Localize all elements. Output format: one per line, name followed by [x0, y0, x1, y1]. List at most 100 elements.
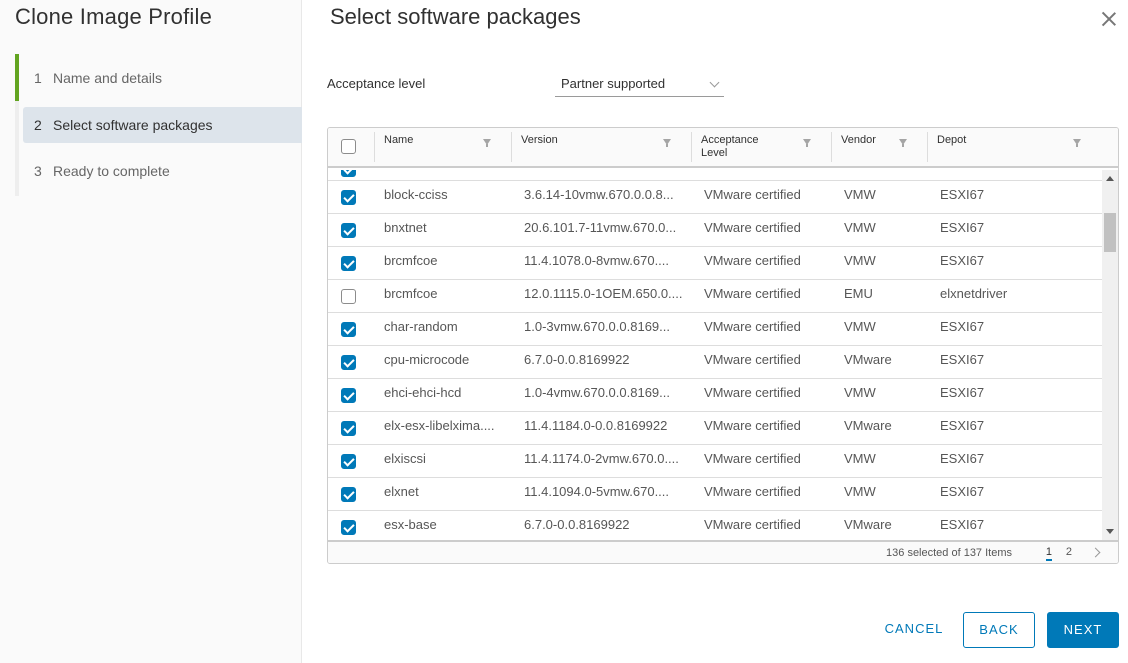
cell-vendor: VMW: [844, 220, 876, 235]
row-checkbox[interactable]: [341, 256, 356, 271]
cell-depot: ESXI67: [940, 451, 985, 466]
table-row[interactable]: esx-base 6.7.0-0.0.8169922 VMware certifie…: [328, 511, 1102, 540]
select-all-checkbox[interactable]: [341, 139, 356, 154]
column-header-vendor[interactable]: Vendor: [832, 128, 928, 166]
step-progress-completed: [15, 54, 19, 101]
wizard-step-name-and-details[interactable]: 1 Name and details: [23, 60, 302, 96]
cell-acceptance-level: VMware certified: [704, 319, 801, 334]
cell-version: 12.0.1115.0-1OEM.650.0....: [524, 286, 683, 301]
filter-icon[interactable]: [1073, 139, 1081, 147]
table-row[interactable]: block-cciss 3.6.14-10vmw.670.0.0.8... VMwa…: [328, 181, 1102, 214]
table-row[interactable]: brcmfcoe 12.0.1115.0-1OEM.650.0.... VMware…: [328, 280, 1102, 313]
cell-depot: ESXI67: [940, 187, 985, 202]
column-header-acceptance-level[interactable]: Acceptance Level: [692, 128, 832, 166]
table-row-partial: [328, 170, 1102, 181]
row-checkbox[interactable]: [341, 190, 356, 205]
cell-vendor: VMware: [844, 418, 892, 433]
cell-version: 20.6.101.7-11vmw.670.0...: [524, 220, 677, 235]
cell-acceptance-level: VMware certified: [704, 517, 801, 532]
row-checkbox[interactable]: [341, 355, 356, 370]
table-row[interactable]: elx-esx-libelxima.... 11.4.1184.0-0.0.816…: [328, 412, 1102, 445]
row-checkbox[interactable]: [341, 454, 356, 469]
page-title: Select software packages: [330, 4, 581, 29]
filter-icon[interactable]: [483, 139, 491, 147]
step-label: Select software packages: [53, 117, 213, 133]
cell-version: 6.7.0-0.0.8169922: [524, 352, 630, 367]
cell-acceptance-level: VMware certified: [704, 451, 801, 466]
cell-name: block-cciss: [384, 187, 448, 202]
scroll-up-arrow-icon[interactable]: [1106, 176, 1114, 181]
cell-vendor: VMW: [844, 187, 876, 202]
wizard-title: Clone Image Profile: [15, 4, 213, 29]
table-row[interactable]: bnxtnet 20.6.101.7-11vmw.670.0... VMware c…: [328, 214, 1102, 247]
next-page-chevron-icon[interactable]: [1090, 547, 1101, 558]
column-label: Vendor: [841, 134, 876, 146]
wizard-step-ready-to-complete[interactable]: 3 Ready to complete: [23, 153, 302, 189]
column-header-depot[interactable]: Depot: [928, 128, 1118, 166]
row-checkbox[interactable]: [341, 421, 356, 436]
wizard-step-select-software-packages[interactable]: 2 Select software packages: [23, 107, 302, 143]
next-button[interactable]: NEXT: [1047, 612, 1119, 648]
cell-depot: ESXI67: [940, 418, 985, 433]
chevron-down-icon: [709, 77, 720, 88]
scroll-down-arrow-icon[interactable]: [1106, 529, 1114, 534]
row-checkbox[interactable]: [341, 223, 356, 238]
table-row[interactable]: ehci-ehci-hcd 1.0-4vmw.670.0.0.8169... VMw…: [328, 379, 1102, 412]
cell-name: elxiscsi: [384, 451, 426, 466]
table-row[interactable]: brcmfcoe 11.4.1078.0-8vmw.670.... VMware c…: [328, 247, 1102, 280]
cell-version: 6.7.0-0.0.8169922: [524, 517, 630, 532]
filter-icon[interactable]: [899, 139, 907, 147]
column-header-name[interactable]: Name: [375, 128, 512, 166]
cell-version: 11.4.1184.0-0.0.8169922: [524, 418, 668, 433]
scrollbar-thumb[interactable]: [1104, 213, 1116, 252]
cell-name: char-random: [384, 319, 458, 334]
cell-name: esx-base: [384, 517, 437, 532]
filter-icon[interactable]: [803, 139, 811, 147]
datagrid-body: block-cciss 3.6.14-10vmw.670.0.0.8... VMwa…: [328, 170, 1102, 540]
row-checkbox[interactable]: [341, 388, 356, 403]
cell-vendor: VMW: [844, 253, 876, 268]
cell-depot: ESXI67: [940, 385, 985, 400]
row-checkbox[interactable]: [341, 289, 356, 304]
column-label: Depot: [937, 134, 967, 146]
cell-version: 11.4.1078.0-8vmw.670....: [524, 253, 670, 268]
selection-count: 136 selected of 137 Items: [886, 547, 1012, 559]
cell-vendor: VMW: [844, 484, 876, 499]
cell-name: elx-esx-libelxima....: [384, 418, 495, 433]
cell-acceptance-level: VMware certified: [704, 187, 801, 202]
cell-name: ehci-ehci-hcd: [384, 385, 462, 400]
filter-icon[interactable]: [663, 139, 671, 147]
acceptance-level-select[interactable]: Partner supported: [555, 72, 724, 97]
cell-version: 1.0-4vmw.670.0.0.8169...: [524, 385, 670, 400]
table-row[interactable]: elxiscsi 11.4.1174.0-2vmw.670.0.... VMware…: [328, 445, 1102, 478]
cell-acceptance-level: VMware certified: [704, 352, 801, 367]
cell-name: brcmfcoe: [384, 253, 438, 268]
page-2-link[interactable]: 2: [1066, 546, 1072, 558]
cell-depot: ESXI67: [940, 517, 985, 532]
table-row[interactable]: elxnet 11.4.1094.0-5vmw.670.... VMware cer…: [328, 478, 1102, 511]
cell-name: elxnet: [384, 484, 419, 499]
wizard-content: Select software packages Acceptance leve…: [303, 0, 1128, 663]
datagrid-footer: 136 selected of 137 Items 1 2: [328, 540, 1118, 563]
datagrid-header: Name Version Acceptance Level Vendor Dep…: [328, 128, 1118, 168]
column-label: Name: [384, 134, 414, 146]
cell-vendor: VMware: [844, 517, 892, 532]
cell-depot: ESXI67: [940, 352, 985, 367]
row-checkbox[interactable]: [341, 322, 356, 337]
column-header-version[interactable]: Version: [512, 128, 692, 166]
close-icon[interactable]: [1100, 10, 1118, 28]
row-checkbox[interactable]: [341, 520, 356, 535]
cell-acceptance-level: VMware certified: [704, 220, 801, 235]
cell-acceptance-level: VMware certified: [704, 253, 801, 268]
row-checkbox[interactable]: [341, 170, 356, 177]
table-row[interactable]: char-random 1.0-3vmw.670.0.0.8169... VMwar…: [328, 313, 1102, 346]
row-checkbox[interactable]: [341, 487, 356, 502]
page-1-link[interactable]: 1: [1045, 546, 1052, 561]
vertical-scrollbar[interactable]: [1102, 170, 1118, 540]
table-row[interactable]: cpu-microcode 6.7.0-0.0.8169922 VMware cer…: [328, 346, 1102, 379]
cell-depot: ESXI67: [940, 484, 985, 499]
cell-acceptance-level: VMware certified: [704, 385, 801, 400]
back-button[interactable]: BACK: [963, 612, 1035, 648]
step-number: 2: [34, 117, 42, 133]
cancel-button[interactable]: CANCEL: [879, 612, 949, 648]
